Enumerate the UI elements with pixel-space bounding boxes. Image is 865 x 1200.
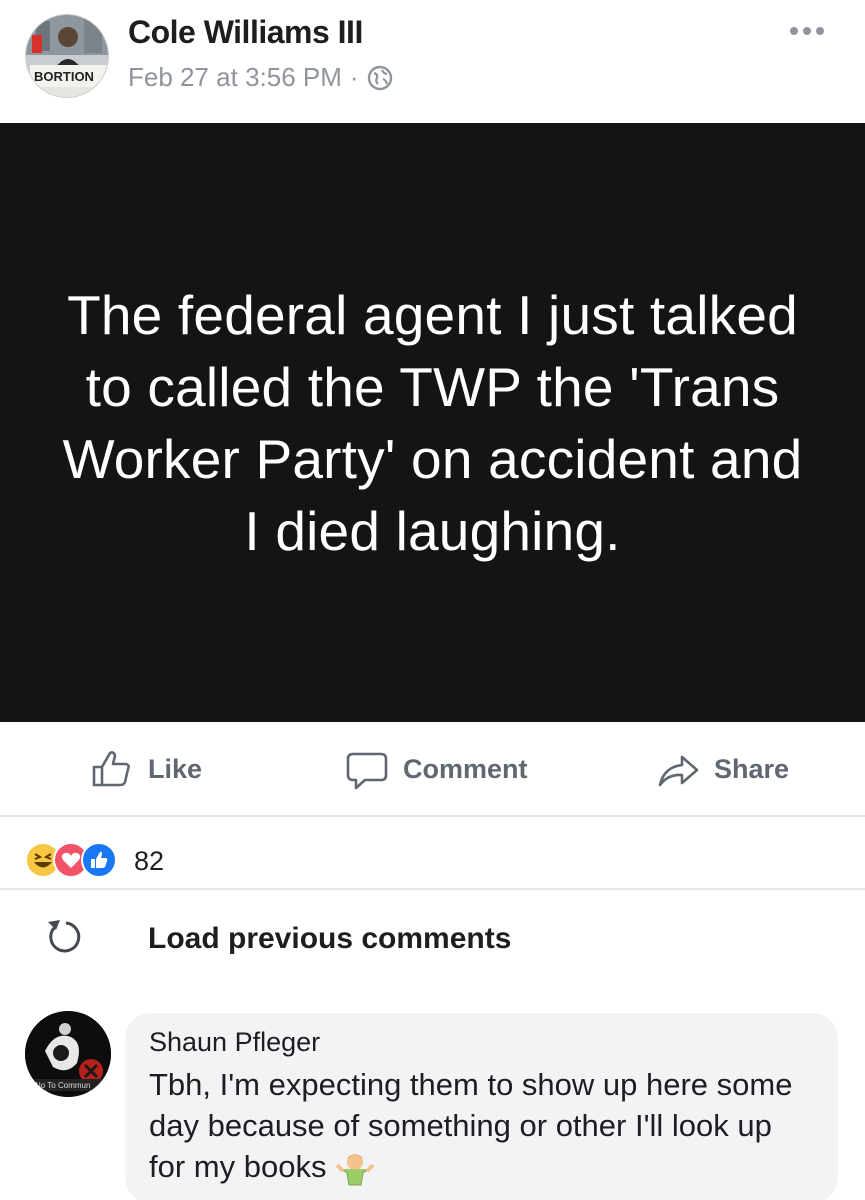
comment-label: Comment (403, 753, 528, 784)
thumbs-up-icon (92, 751, 130, 787)
like-reaction-icon (81, 842, 117, 878)
reaction-count: 82 (134, 846, 165, 876)
like-label: Like (148, 753, 203, 784)
reaction-icons (25, 842, 117, 878)
post-body: The federal agent I just talked to calle… (0, 123, 865, 722)
meta-separator: · (349, 62, 359, 92)
like-button[interactable]: Like (90, 747, 202, 791)
load-previous-label: Load previous comments (148, 922, 512, 955)
speech-bubble-icon (346, 752, 388, 790)
svg-text:BORTION: BORTION (34, 69, 94, 84)
comment-bubble: Shaun Pfleger Tbh, I'm expecting them to… (125, 1013, 838, 1200)
post-header: BORTION Cole Williams III Feb 27 at 3:56… (0, 0, 865, 123)
comment-text: Tbh, I'm expecting them to show up here … (149, 1064, 814, 1187)
comment-body: Tbh, I'm expecting them to show up here … (149, 1067, 793, 1184)
comment-button[interactable]: Comment (345, 747, 528, 791)
post-meta: Feb 27 at 3:56 PM · (128, 62, 393, 93)
reactions-summary[interactable]: 82 (0, 817, 865, 890)
post-text: The federal agent I just talked to calle… (62, 283, 803, 562)
commenter-name[interactable]: Shaun Pfleger (149, 1027, 814, 1058)
author-avatar[interactable]: BORTION (25, 14, 109, 98)
action-bar: Like Comment Share (0, 722, 865, 817)
author-name[interactable]: Cole Williams III (128, 14, 363, 51)
more-options-icon[interactable] (790, 16, 830, 46)
reload-icon (48, 920, 81, 953)
share-label: Share (714, 753, 790, 784)
load-previous-comments[interactable]: Load previous comments (0, 890, 865, 995)
svg-text:No To Commun: No To Commun (35, 1081, 90, 1090)
globe-icon[interactable] (367, 65, 393, 91)
share-arrow-icon (658, 755, 699, 787)
commenter-avatar[interactable]: No To Commun (25, 1011, 111, 1097)
shrug-emoji-icon (335, 1151, 375, 1187)
share-button[interactable]: Share (656, 747, 789, 791)
post-timestamp[interactable]: Feb 27 at 3:56 PM (128, 62, 342, 93)
comment: No To Commun Shaun Pfleger Tbh, I'm expe… (0, 995, 865, 1200)
